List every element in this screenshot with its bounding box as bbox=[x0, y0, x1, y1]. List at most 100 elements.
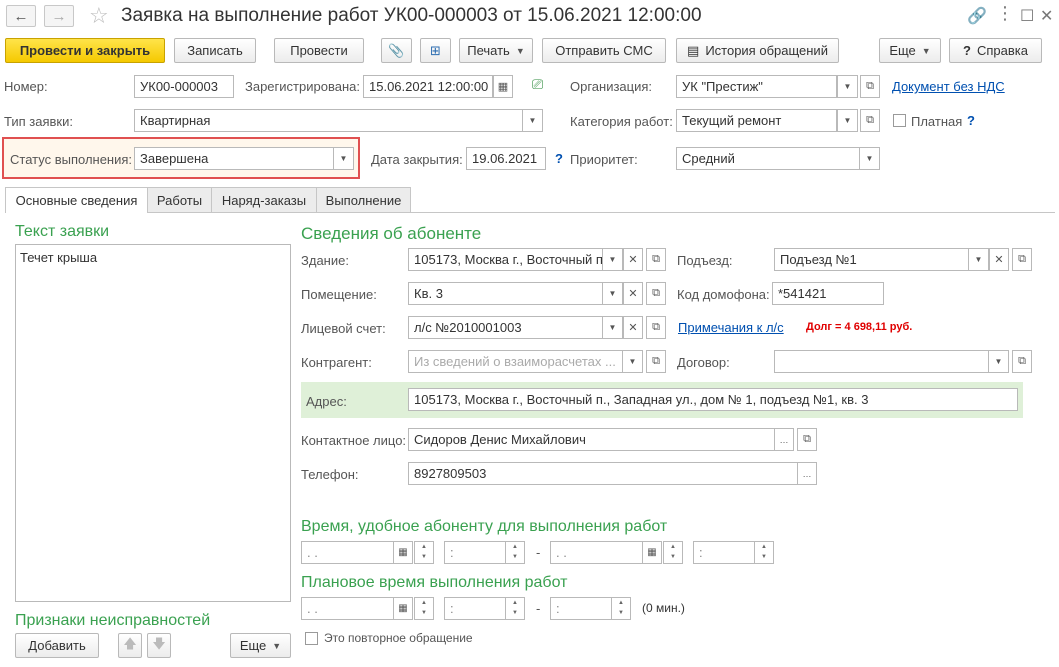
more-vertical-icon[interactable]: ⋮ bbox=[996, 3, 1014, 24]
room-open-button[interactable]: ⧉ bbox=[646, 282, 666, 305]
planned-time-from-spin[interactable]: ▲ ▼ bbox=[505, 597, 525, 620]
planned-time-to-spin[interactable]: ▲ ▼ bbox=[611, 597, 631, 620]
entrance-clear-button[interactable]: ✕ bbox=[989, 248, 1009, 271]
entrance-dropdown[interactable]: ▼ bbox=[968, 248, 989, 271]
contract-open-button[interactable]: ⧉ bbox=[1012, 350, 1032, 373]
convenient-date-to-calendar[interactable]: ▦ bbox=[642, 541, 662, 564]
org-open-button[interactable]: ⧉ bbox=[860, 75, 880, 98]
save-button[interactable]: Записать bbox=[174, 38, 256, 63]
tab-divider bbox=[5, 212, 1055, 213]
calendar-button[interactable]: ▦ bbox=[493, 75, 513, 98]
convenient-date-to[interactable]: . . bbox=[550, 541, 643, 564]
account-clear-button[interactable]: ✕ bbox=[623, 316, 643, 339]
more-button[interactable]: Еще ▼ bbox=[879, 38, 941, 63]
repeat-request-checkbox[interactable] bbox=[305, 632, 318, 645]
help-button[interactable]: ? Справка bbox=[949, 38, 1042, 63]
type-dropdown[interactable]: ▼ bbox=[522, 109, 543, 132]
convenient-time-from-spin[interactable]: ▲ ▼ bbox=[505, 541, 525, 564]
convenient-date-from-spin[interactable]: ▲ ▼ bbox=[414, 541, 434, 564]
defects-more-button[interactable]: Еще ▼ bbox=[230, 633, 291, 658]
account-open-button[interactable]: ⧉ bbox=[646, 316, 666, 339]
room-field[interactable]: Кв. 3 bbox=[408, 282, 603, 305]
post-and-close-button[interactable]: Провести и закрыть bbox=[5, 38, 165, 63]
spin-up-icon: ▲ bbox=[421, 600, 427, 606]
address-field[interactable]: 105173, Москва г., Восточный п., Западна… bbox=[408, 388, 1018, 411]
phone-field[interactable]: 8927809503 bbox=[408, 462, 798, 485]
org-field[interactable]: УК "Престиж" bbox=[676, 75, 837, 98]
favorite-star-icon[interactable]: ☆ bbox=[89, 3, 109, 29]
close-date-label: Дата закрытия: bbox=[371, 152, 463, 167]
status-field[interactable]: Завершена bbox=[134, 147, 334, 170]
planned-date-calendar[interactable]: ▦ bbox=[393, 597, 413, 620]
contract-field[interactable] bbox=[774, 350, 989, 373]
convenient-date-from-calendar[interactable]: ▦ bbox=[393, 541, 413, 564]
category-field[interactable]: Текущий ремонт bbox=[676, 109, 837, 132]
building-dropdown[interactable]: ▼ bbox=[602, 248, 623, 271]
close-date-help-icon[interactable]: ? bbox=[555, 151, 563, 166]
planned-time-from[interactable]: : bbox=[444, 597, 506, 620]
priority-dropdown[interactable]: ▼ bbox=[859, 147, 880, 170]
planned-range-dash: - bbox=[536, 601, 541, 616]
planned-time-to[interactable]: : bbox=[550, 597, 612, 620]
contact-open-button[interactable]: ⧉ bbox=[797, 428, 817, 451]
close-icon[interactable]: ✕ bbox=[1040, 6, 1053, 26]
building-field[interactable]: 105173, Москва г., Восточный п bbox=[408, 248, 603, 271]
maximize-icon[interactable]: ☐ bbox=[1020, 6, 1034, 26]
phone-select-button[interactable]: … bbox=[797, 462, 817, 485]
number-field[interactable]: УК00-000003 bbox=[134, 75, 234, 98]
room-dropdown[interactable]: ▼ bbox=[602, 282, 623, 305]
structure-button[interactable]: ⊞ bbox=[420, 38, 451, 63]
type-field[interactable]: Квартирная bbox=[134, 109, 523, 132]
message-icon[interactable]: ⎚ bbox=[532, 76, 543, 93]
no-vat-link[interactable]: Документ без НДС bbox=[892, 79, 1005, 94]
contact-select-button[interactable]: … bbox=[774, 428, 794, 451]
counterparty-dropdown[interactable]: ▼ bbox=[622, 350, 643, 373]
forward-button[interactable]: → bbox=[44, 5, 74, 27]
tab-orders[interactable]: Наряд-заказы bbox=[211, 187, 317, 212]
move-down-button[interactable]: 🡇 bbox=[147, 633, 171, 658]
back-button[interactable]: ← bbox=[6, 5, 36, 27]
org-dropdown[interactable]: ▼ bbox=[837, 75, 858, 98]
category-open-button[interactable]: ⧉ bbox=[860, 109, 880, 132]
request-text-area[interactable]: Течет крыша bbox=[15, 244, 291, 602]
close-date-field[interactable]: 19.06.2021 bbox=[466, 147, 546, 170]
planned-date[interactable]: . . bbox=[301, 597, 394, 620]
paid-help-icon[interactable]: ? bbox=[967, 113, 975, 128]
room-clear-button[interactable]: ✕ bbox=[623, 282, 643, 305]
account-dropdown[interactable]: ▼ bbox=[602, 316, 623, 339]
entrance-open-button[interactable]: ⧉ bbox=[1012, 248, 1032, 271]
contact-field[interactable]: Сидоров Денис Михайлович bbox=[408, 428, 775, 451]
counterparty-field[interactable]: Из сведений о взаиморасчетах ... bbox=[408, 350, 623, 373]
post-button[interactable]: Провести bbox=[274, 38, 364, 63]
planned-date-spin[interactable]: ▲ ▼ bbox=[414, 597, 434, 620]
counterparty-open-button[interactable]: ⧉ bbox=[646, 350, 666, 373]
category-dropdown[interactable]: ▼ bbox=[837, 109, 858, 132]
tab-works[interactable]: Работы bbox=[147, 187, 212, 212]
paid-checkbox[interactable] bbox=[893, 114, 906, 127]
convenient-time-to[interactable]: : bbox=[693, 541, 755, 564]
print-button[interactable]: Печать ▼ bbox=[459, 38, 533, 63]
clear-icon: ✕ bbox=[994, 254, 1004, 266]
convenient-time-to-spin[interactable]: ▲ ▼ bbox=[754, 541, 774, 564]
add-defect-button[interactable]: Добавить bbox=[15, 633, 99, 658]
convenient-date-to-spin[interactable]: ▲ ▼ bbox=[663, 541, 683, 564]
tab-main[interactable]: Основные сведения bbox=[5, 187, 148, 213]
building-clear-button[interactable]: ✕ bbox=[623, 248, 643, 271]
status-dropdown[interactable]: ▼ bbox=[333, 147, 354, 170]
convenient-date-from[interactable]: . . bbox=[301, 541, 394, 564]
account-notes-link[interactable]: Примечания к л/с bbox=[678, 320, 784, 335]
contract-dropdown[interactable]: ▼ bbox=[988, 350, 1009, 373]
intercom-field[interactable]: *541421 bbox=[772, 282, 884, 305]
send-sms-button[interactable]: Отправить СМС bbox=[542, 38, 666, 63]
convenient-time-from[interactable]: : bbox=[444, 541, 506, 564]
attach-button[interactable]: 📎 bbox=[381, 38, 412, 63]
priority-field[interactable]: Средний bbox=[676, 147, 860, 170]
link-icon[interactable]: 🔗 bbox=[967, 6, 987, 26]
history-button[interactable]: ▤ История обращений bbox=[676, 38, 839, 63]
move-up-button[interactable]: 🡅 bbox=[118, 633, 142, 658]
tab-execution[interactable]: Выполнение bbox=[316, 187, 411, 212]
account-field[interactable]: л/с №2010001003 bbox=[408, 316, 603, 339]
building-open-button[interactable]: ⧉ bbox=[646, 248, 666, 271]
registered-date-field[interactable]: 15.06.2021 12:00:00 bbox=[363, 75, 493, 98]
entrance-field[interactable]: Подъезд №1 bbox=[774, 248, 969, 271]
